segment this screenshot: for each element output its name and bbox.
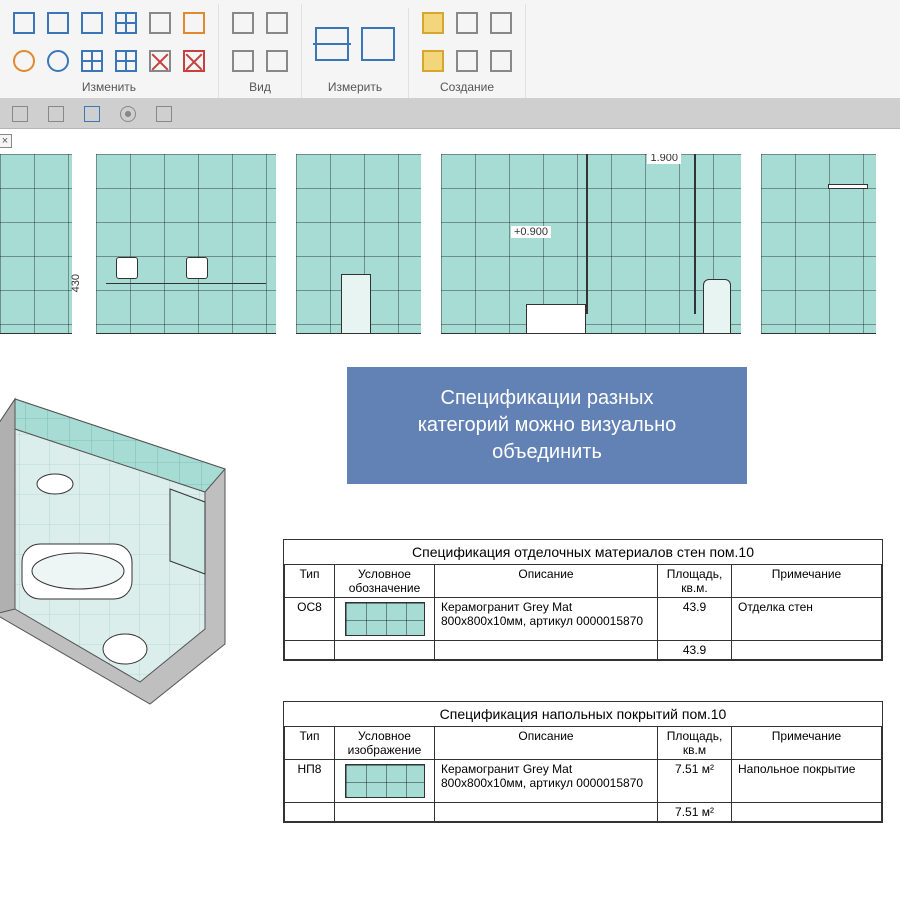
spec1-row-descr: Керамогранит Grey Mat 800х800х10мм, арти… bbox=[435, 598, 658, 641]
spec1-col-symbol: Условное обозначение bbox=[335, 565, 435, 598]
elevation-1: 430 bbox=[0, 154, 76, 334]
tool-create3-icon[interactable] bbox=[453, 9, 481, 37]
spec2-col-note: Примечание bbox=[732, 727, 882, 760]
spec2-row-descr: Керамогранит Grey Mat 800х800х10мм, арти… bbox=[435, 760, 658, 803]
tool-create2-icon[interactable] bbox=[419, 47, 447, 75]
spec1-col-area: Площадь, кв.м. bbox=[658, 565, 732, 598]
spec1-col-type: Тип bbox=[285, 565, 335, 598]
tool-array-icon[interactable] bbox=[78, 47, 106, 75]
opt-icon-4[interactable] bbox=[114, 100, 142, 128]
tool-lock-icon[interactable] bbox=[146, 9, 174, 37]
ribbon: Изменить Вид Измерить bbox=[0, 0, 900, 99]
room-3d-view bbox=[0, 374, 300, 734]
table-row: 43.9 bbox=[285, 641, 882, 660]
tool-create5-icon[interactable] bbox=[487, 9, 515, 37]
spec1-row-type: ОС8 bbox=[285, 598, 335, 641]
tool-pattern2-icon[interactable] bbox=[112, 47, 140, 75]
spec-table-walls: Спецификация отделочных материалов стен … bbox=[283, 539, 883, 661]
ribbon-label-create: Создание bbox=[440, 80, 494, 94]
ribbon-group-measure: Измерить bbox=[302, 8, 409, 98]
ribbon-label-modify: Изменить bbox=[82, 80, 136, 94]
tool-create1-icon[interactable] bbox=[419, 9, 447, 37]
callout-line2: категорий можно визуально bbox=[369, 412, 725, 439]
spec2-total: 7.51 м² bbox=[658, 803, 732, 822]
tool-measure-icon[interactable] bbox=[358, 24, 398, 64]
drawing-canvas[interactable]: × 430 bbox=[0, 129, 900, 901]
spec1-row-note: Отделка стен bbox=[732, 598, 882, 641]
options-bar bbox=[0, 99, 900, 129]
ribbon-label-measure: Измерить bbox=[328, 80, 382, 94]
spec2-col-descr: Описание bbox=[435, 727, 658, 760]
ribbon-group-view: Вид bbox=[219, 4, 302, 98]
elevation-2 bbox=[96, 154, 276, 334]
annotation-callout: Спецификации разных категорий можно визу… bbox=[347, 367, 747, 484]
spec1-row-area: 43.9 bbox=[658, 598, 732, 641]
tool-refresh-icon[interactable] bbox=[44, 47, 72, 75]
tool-view4-icon[interactable] bbox=[263, 47, 291, 75]
tool-pattern1-icon[interactable] bbox=[112, 9, 140, 37]
tool-unlock-icon[interactable] bbox=[146, 47, 174, 75]
opt-icon-3[interactable] bbox=[78, 100, 106, 128]
elevation-row: 430 1.900 +0.900 bbox=[0, 154, 900, 334]
spec2-row-note: Напольное покрытие bbox=[732, 760, 882, 803]
table-row: НП8 Керамогранит Grey Mat 800х800х10мм, … bbox=[285, 760, 882, 803]
tool-view2-icon[interactable] bbox=[229, 47, 257, 75]
tool-create6-icon[interactable] bbox=[487, 47, 515, 75]
tool-create4-icon[interactable] bbox=[453, 47, 481, 75]
tool-copy-icon[interactable] bbox=[78, 9, 106, 37]
opt-icon-1[interactable] bbox=[6, 100, 34, 128]
tool-view1-icon[interactable] bbox=[229, 9, 257, 37]
ribbon-label-view: Вид bbox=[249, 80, 271, 94]
callout-line1: Спецификации разных bbox=[369, 385, 725, 412]
tool-dimension-icon[interactable] bbox=[312, 24, 352, 64]
tool-mirror-icon[interactable] bbox=[44, 9, 72, 37]
opt-icon-5[interactable] bbox=[150, 100, 178, 128]
spec-table-floor: Спецификация напольных покрытий пом.10 Т… bbox=[283, 701, 883, 823]
spec2-row-area: 7.51 м² bbox=[658, 760, 732, 803]
elevation-4: 1.900 +0.900 bbox=[441, 154, 741, 334]
spec1-total: 43.9 bbox=[658, 641, 732, 660]
dim-left-label: 430 bbox=[70, 274, 82, 292]
spec1-col-note: Примечание bbox=[732, 565, 882, 598]
tool-rotate-icon[interactable] bbox=[10, 47, 38, 75]
spec1-title: Спецификация отделочных материалов стен … bbox=[284, 540, 882, 565]
spec2-title: Спецификация напольных покрытий пом.10 bbox=[284, 702, 882, 727]
ribbon-group-create: Создание bbox=[409, 4, 526, 98]
spec2-col-type: Тип bbox=[285, 727, 335, 760]
material-swatch-icon bbox=[345, 764, 425, 798]
spec2-col-symbol: Условное изображение bbox=[335, 727, 435, 760]
ribbon-group-modify: Изменить bbox=[0, 4, 219, 98]
spec1-col-descr: Описание bbox=[435, 565, 658, 598]
material-swatch-icon bbox=[345, 602, 425, 636]
tool-delete-icon[interactable] bbox=[180, 47, 208, 75]
table-row: ОС8 Керамогранит Grey Mat 800х800х10мм, … bbox=[285, 598, 882, 641]
spec2-col-area: Площадь, кв.м bbox=[658, 727, 732, 760]
tool-cut-icon[interactable] bbox=[10, 9, 38, 37]
opt-icon-2[interactable] bbox=[42, 100, 70, 128]
tool-pin-icon[interactable] bbox=[180, 9, 208, 37]
elevation-3 bbox=[296, 154, 421, 334]
elevation-5 bbox=[761, 154, 876, 334]
spec2-row-type: НП8 bbox=[285, 760, 335, 803]
table-row: 7.51 м² bbox=[285, 803, 882, 822]
tool-view3-icon[interactable] bbox=[263, 9, 291, 37]
dim-0900: +0.900 bbox=[511, 226, 551, 238]
panel-close-icon[interactable]: × bbox=[0, 134, 12, 148]
callout-line3: объединить bbox=[369, 439, 725, 466]
